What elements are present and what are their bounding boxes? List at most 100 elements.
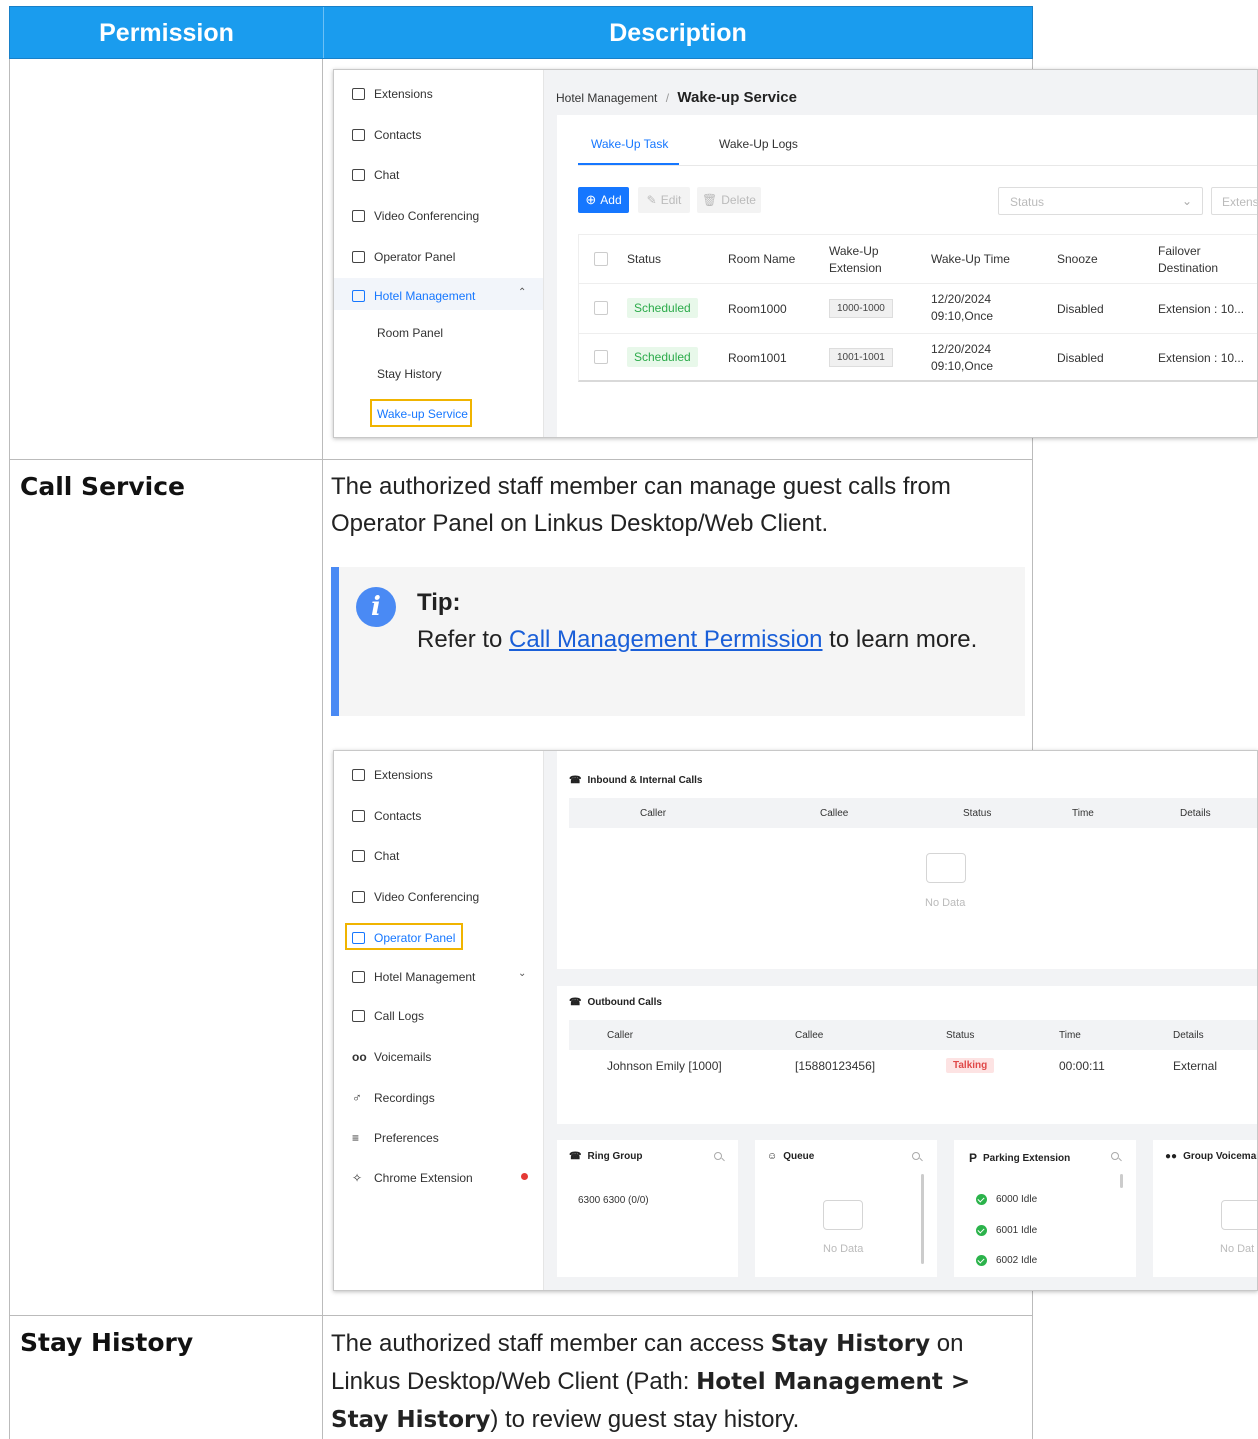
snooze: Disabled	[1057, 302, 1104, 316]
nav-call-logs[interactable]: Call Logs	[352, 1009, 424, 1023]
notification-dot	[521, 1173, 528, 1180]
ring-group-title: ☎ Ring Group	[569, 1151, 643, 1162]
extensions-icon	[352, 88, 365, 100]
trash-icon: 🗑	[702, 193, 718, 207]
row-checkbox[interactable]	[594, 301, 608, 315]
col-caller: Caller	[640, 808, 667, 819]
col-snooze: Snooze	[1057, 252, 1098, 266]
nav-preferences[interactable]: ≡ Preferences	[352, 1131, 439, 1145]
nav-extensions[interactable]: Extensions	[352, 768, 433, 782]
delete-button[interactable]: 🗑 Delete	[697, 187, 761, 213]
search-icon[interactable]	[1111, 1152, 1119, 1160]
parking-slot[interactable]: 6001 Idle	[976, 1222, 1037, 1239]
ring-group-item: 6300 6300 (0/0)	[578, 1195, 649, 1206]
phone-icon: ☎	[569, 997, 582, 1008]
nav-hotel-management[interactable]: Hotel Management	[352, 970, 475, 984]
col-room-name: Room Name	[728, 252, 796, 266]
monitor-icon	[352, 891, 365, 903]
header-permission: Permission	[99, 19, 234, 47]
no-data-text: No Data	[925, 897, 966, 909]
status-badge: Scheduled	[627, 347, 698, 367]
row-checkbox[interactable]	[594, 350, 608, 364]
sidebar: Extensions Contacts Chat Video Conferenc…	[334, 751, 544, 1290]
add-button[interactable]: ⊕ Add	[578, 187, 629, 213]
voicemail-icon: oo	[352, 1050, 367, 1064]
group-voicemail-title: ●● Group Voicemail	[1165, 1151, 1258, 1162]
no-data-text: No Dat	[1220, 1243, 1255, 1255]
edit-button[interactable]: ✎ Edit	[638, 187, 690, 213]
col-time: Time	[1072, 808, 1094, 819]
contacts-icon	[352, 810, 365, 822]
panel-icon	[352, 251, 365, 263]
tab-wakeup-logs[interactable]: Wake-Up Logs	[719, 137, 798, 151]
check-circle-icon	[976, 1255, 987, 1266]
nav-hotel-management[interactable]: Hotel Management	[352, 289, 475, 303]
queue-title: ☺ Queue	[767, 1151, 815, 1162]
nav-operator-panel[interactable]: Operator Panel	[352, 250, 455, 264]
chevron-down-icon[interactable]: ⌄	[518, 968, 526, 979]
nav-voicemails[interactable]: oo Voicemails	[352, 1050, 431, 1064]
col-details: Details	[1173, 1030, 1204, 1041]
nav-chat[interactable]: Chat	[352, 168, 399, 182]
tab-wakeup-task[interactable]: Wake-Up Task	[591, 137, 668, 151]
col-time: Time	[1059, 1030, 1081, 1041]
queue-card: ☺ Queue No Data	[755, 1140, 937, 1277]
status-filter-select[interactable]: Status ⌄	[998, 187, 1203, 215]
failover: Extension : 10...	[1158, 351, 1245, 365]
col-details: Details	[1180, 808, 1211, 819]
nav-video-conferencing[interactable]: Video Conferencing	[352, 890, 479, 904]
room-name: Room1001	[728, 351, 787, 365]
highlight-box	[345, 923, 463, 950]
table-column-divider	[322, 59, 323, 1439]
ring-group-card: ☎ Ring Group 6300 6300 (0/0)	[557, 1140, 738, 1277]
extension-filter-input[interactable]: Extensi	[1211, 187, 1257, 215]
col-caller: Caller	[607, 1030, 634, 1041]
select-all-checkbox[interactable]	[594, 252, 608, 266]
col-wakeup-extension: Wake-Up Extension	[829, 244, 882, 275]
col-status: Status	[627, 252, 662, 266]
check-circle-icon	[976, 1225, 987, 1236]
nav-chrome-extension[interactable]: ✧ Chrome Extension	[352, 1171, 473, 1185]
chevron-up-icon[interactable]: ⌃	[518, 287, 526, 298]
wakeup-time: 12/20/2024 09:10,Once	[931, 342, 994, 373]
scrollbar[interactable]	[921, 1174, 924, 1264]
nav-stay-history[interactable]: Stay History	[377, 367, 442, 381]
nav-video-conferencing[interactable]: Video Conferencing	[352, 209, 479, 223]
snooze: Disabled	[1057, 351, 1104, 365]
parking-slot[interactable]: 6002 Idle	[976, 1252, 1037, 1269]
nav-contacts[interactable]: Contacts	[352, 128, 421, 142]
ring-group-icon: ☎	[569, 1151, 582, 1162]
scrollbar[interactable]	[1120, 1174, 1123, 1188]
chat-icon	[352, 169, 365, 181]
nav-contacts[interactable]: Contacts	[352, 809, 421, 823]
extensions-icon	[352, 769, 365, 781]
call-management-permission-link[interactable]: Call Management Permission	[509, 626, 822, 653]
row-divider	[9, 1315, 1033, 1316]
breadcrumb-parent[interactable]: Hotel Management	[556, 91, 657, 105]
sidebar: Extensions Contacts Chat Video Conferenc…	[334, 70, 544, 437]
nav-extensions[interactable]: Extensions	[352, 87, 433, 101]
wakeup-time: 12/20/2024 09:10,Once	[931, 292, 994, 323]
parking-slot[interactable]: 6000 Idle	[976, 1191, 1037, 1208]
hotel-icon	[352, 290, 365, 302]
nav-chat[interactable]: Chat	[352, 849, 399, 863]
plus-circle-icon: ⊕	[585, 192, 597, 207]
parking-extension-card: P Parking Extension 6000 Idle 6001 Idle 6…	[954, 1140, 1136, 1277]
col-status: Status	[963, 808, 992, 819]
page-title: Wake-up Service	[677, 89, 797, 106]
microphone-icon: ♂	[352, 1090, 362, 1105]
outbound-panel: ☎ Outbound Calls Caller Callee Status Tim…	[557, 986, 1257, 1124]
parking-title: P Parking Extension	[969, 1151, 1071, 1165]
outbound-title: ☎ Outbound Calls	[569, 997, 662, 1008]
nav-recordings[interactable]: ♂ Recordings	[352, 1090, 435, 1105]
room-name: Room1000	[728, 302, 787, 316]
nav-room-panel[interactable]: Room Panel	[377, 326, 443, 340]
main-panel: Wake-Up Task Wake-Up Logs ⊕ Add ✎ Edit 🗑 De…	[557, 115, 1257, 437]
search-icon[interactable]	[714, 1152, 722, 1160]
outbound-callee: [15880123456]	[795, 1059, 876, 1073]
call-logs-icon	[352, 1010, 365, 1022]
check-circle-icon	[976, 1194, 987, 1205]
search-icon[interactable]	[912, 1152, 920, 1160]
outbound-caller: Johnson Emily [1000]	[607, 1059, 722, 1073]
voicemail-icon: ●●	[1165, 1151, 1178, 1162]
